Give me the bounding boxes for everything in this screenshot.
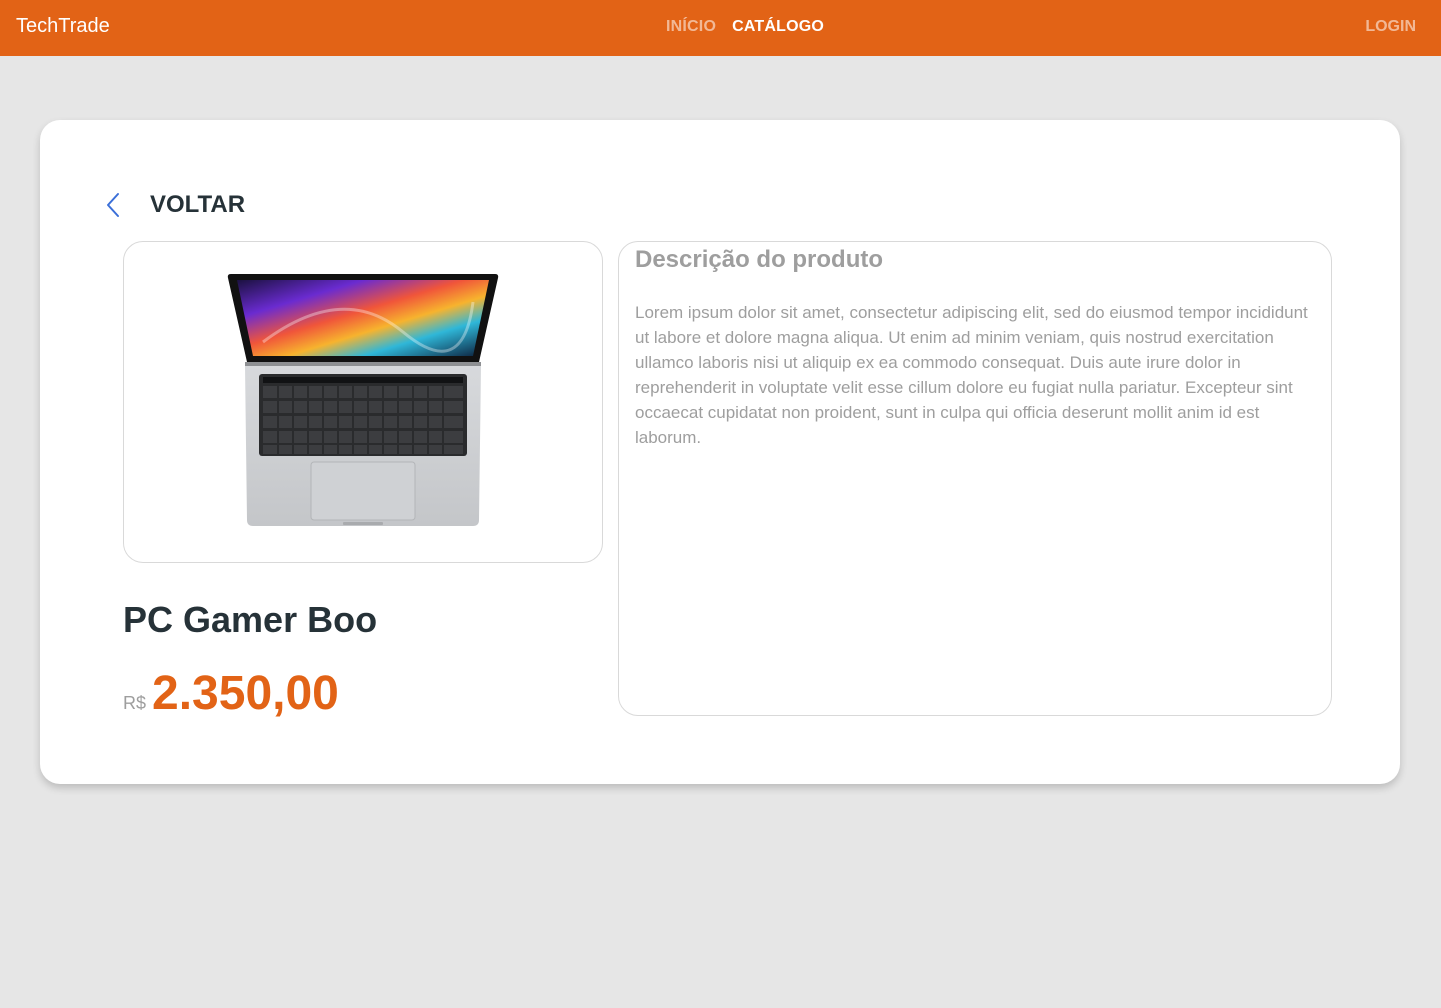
- laptop-icon: [227, 274, 499, 526]
- brand-logo[interactable]: TechTrade: [16, 15, 110, 38]
- description-title: Descrição do produto: [635, 246, 884, 273]
- description-text: Lorem ipsum dolor sit amet, consectetur …: [635, 303, 1308, 447]
- product-image-frame: [123, 241, 603, 563]
- back-button[interactable]: VOLTAR: [104, 188, 245, 222]
- price-amount: 2.350,00: [152, 667, 339, 720]
- product-name: PC Gamer Boo: [123, 599, 378, 640]
- description-panel: Descrição do produto Lorem ipsum dolor s…: [618, 241, 1332, 716]
- login-link[interactable]: LOGIN: [1365, 18, 1416, 36]
- back-label: VOLTAR: [150, 191, 246, 218]
- nav-link-catalogo[interactable]: CATÁLOGO: [732, 18, 824, 36]
- chevron-left-icon: [104, 188, 124, 222]
- product-price: R$ 2.350,00: [123, 666, 339, 721]
- main-nav: INÍCIO CATÁLOGO: [666, 18, 824, 36]
- price-currency: R$: [123, 693, 147, 713]
- top-navbar: TechTrade INÍCIO CATÁLOGO LOGIN: [0, 0, 1441, 56]
- nav-link-inicio[interactable]: INÍCIO: [666, 18, 716, 36]
- product-card: VOLTAR PC Gamer Boo R$ 2.350,00 Descriçã…: [40, 120, 1400, 784]
